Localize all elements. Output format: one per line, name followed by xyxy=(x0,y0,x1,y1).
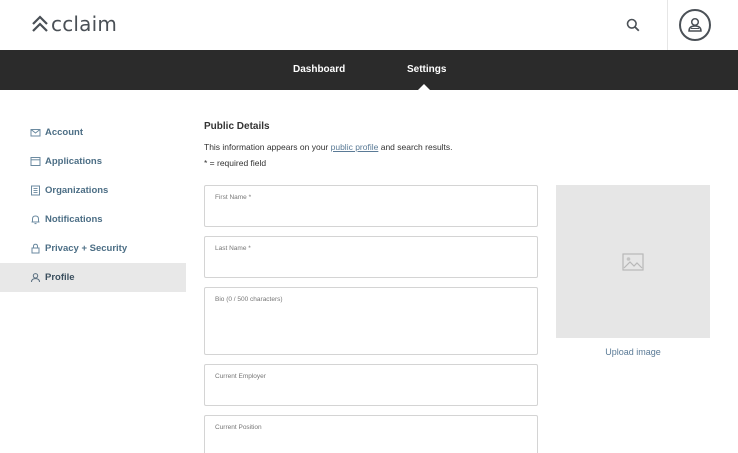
first-name-field[interactable]: First Name * xyxy=(204,185,538,227)
sidebar-item-label: Applications xyxy=(45,156,103,167)
image-placeholder-icon xyxy=(622,252,644,271)
field-label: Bio (0 / 500 characters) xyxy=(215,296,283,303)
section-title: Public Details xyxy=(204,121,270,132)
logo-text: cclaim xyxy=(51,12,118,36)
sidebar-item-organizations[interactable]: Organizations xyxy=(0,176,186,205)
top-header: cclaim xyxy=(0,0,738,50)
field-label: First Name * xyxy=(215,194,252,201)
nav-dashboard[interactable]: Dashboard xyxy=(293,50,345,90)
window-icon xyxy=(30,157,41,166)
acclaim-logo[interactable]: cclaim xyxy=(30,12,117,36)
header-divider xyxy=(667,0,668,50)
required-field-note: * = required field xyxy=(204,158,267,168)
sidebar-item-label: Organizations xyxy=(45,185,109,196)
sidebar-item-privacy-security[interactable]: Privacy + Security xyxy=(0,234,186,263)
mail-icon xyxy=(30,129,41,137)
upload-image-link[interactable]: Upload image xyxy=(556,347,710,357)
profile-image-placeholder xyxy=(556,185,710,338)
field-label: Current Employer xyxy=(215,373,266,380)
sidebar-item-label: Profile xyxy=(45,272,75,283)
field-label: Last Name * xyxy=(215,245,251,252)
field-label: Current Position xyxy=(215,424,262,431)
profile-icon xyxy=(31,273,40,283)
search-button[interactable] xyxy=(622,14,644,36)
logo-chevron-icon xyxy=(32,15,48,32)
sidebar-item-label: Privacy + Security xyxy=(45,243,128,254)
bell-icon xyxy=(31,215,40,225)
current-employer-field[interactable]: Current Employer xyxy=(204,364,538,406)
building-icon xyxy=(31,185,40,196)
sidebar-item-label: Account xyxy=(45,127,83,138)
sidebar-item-notifications[interactable]: Notifications xyxy=(0,205,186,234)
current-position-field[interactable]: Current Position xyxy=(204,415,538,453)
bio-textarea[interactable]: Bio (0 / 500 characters) xyxy=(204,287,538,355)
sidebar-item-applications[interactable]: Applications xyxy=(0,147,186,176)
public-profile-link[interactable]: public profile xyxy=(331,142,379,152)
lock-icon xyxy=(31,243,40,254)
active-nav-caret xyxy=(418,84,430,90)
info-prefix: This information appears on your xyxy=(204,142,331,152)
search-icon xyxy=(626,18,640,32)
user-avatar-icon xyxy=(688,17,702,32)
settings-sidebar: Account Applications Organizations Notif… xyxy=(0,118,186,292)
sidebar-item-account[interactable]: Account xyxy=(0,118,186,147)
user-avatar-button[interactable] xyxy=(679,9,711,41)
sidebar-item-label: Notifications xyxy=(45,214,103,225)
last-name-field[interactable]: Last Name * xyxy=(204,236,538,278)
main-nav-bar: Dashboard Settings xyxy=(0,50,738,90)
info-text: This information appears on your public … xyxy=(204,142,453,152)
info-suffix: and search results. xyxy=(378,142,453,152)
sidebar-item-profile[interactable]: Profile xyxy=(0,263,186,292)
